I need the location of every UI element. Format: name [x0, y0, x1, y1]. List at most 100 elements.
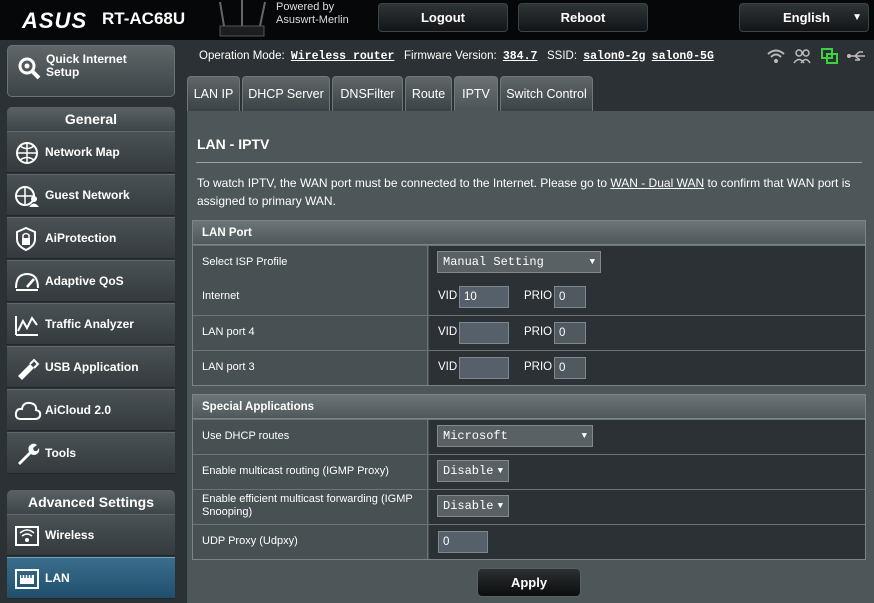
sidebar-item-wireless[interactable]: Wireless — [7, 514, 175, 556]
sidebar-item-aicloud-2-0[interactable]: AiCloud 2.0 — [7, 389, 175, 431]
sidebar-item-label: AiProtection — [45, 231, 117, 245]
tab-dhcp-server[interactable]: DHCP Server — [242, 76, 330, 111]
wireless-icon — [14, 524, 40, 553]
igmp-proxy-row: Enable multicast routing (IGMP Proxy) Di… — [193, 454, 865, 489]
lan-port-4-prio-input[interactable]: 0 — [554, 322, 586, 344]
shield-icon — [14, 226, 38, 256]
quick-internet-setup-button[interactable]: Quick Internet Setup — [7, 45, 175, 97]
ssid-label: SSID: — [546, 50, 578, 62]
page-description: To watch IPTV, the WAN port must be conn… — [197, 174, 857, 210]
igmp-proxy-select[interactable]: Disable ▼ — [437, 460, 509, 482]
sidebar-item-traffic-analyzer[interactable]: Traffic Analyzer — [7, 303, 175, 345]
guest-network-icon — [14, 184, 40, 213]
igmp-snooping-row: Enable efficient multicast forwarding (I… — [193, 489, 865, 524]
prio-label: PRIO — [524, 361, 553, 373]
usb-icon[interactable] — [847, 48, 867, 69]
internet-prio-input[interactable]: 0 — [554, 286, 586, 308]
chevron-down-icon: ▼ — [497, 501, 503, 511]
lan-port-table: LAN Port Select ISP Profile Manual Setti… — [192, 220, 866, 386]
udpxy-label: UDP Proxy (Udpxy) — [193, 525, 428, 559]
lan-port-3-row: LAN port 3 VID PRIO 0 — [193, 350, 865, 385]
firmware-version-link[interactable]: 384.7 — [503, 50, 538, 63]
ssid-5g-link[interactable]: salon0-5G — [652, 50, 714, 63]
quick-setup-icon — [18, 57, 41, 80]
status-bar: Operation Mode: Wireless router Firmware… — [199, 50, 714, 63]
tab-switch-control[interactable]: Switch Control — [500, 76, 593, 111]
cloud-icon — [14, 399, 42, 428]
firmware-brand: Asuswrt-Merlin — [276, 14, 349, 26]
lan-port-4-vid-input[interactable] — [459, 322, 509, 344]
operation-mode-link[interactable]: Wireless router — [291, 50, 395, 63]
description-text-1: To watch IPTV, the WAN port must be conn… — [197, 176, 611, 190]
internet-connected-icon[interactable] — [821, 48, 839, 69]
language-select[interactable]: English ▼ — [739, 3, 869, 32]
quick-setup-line-2: Setup — [46, 65, 80, 79]
tab-iptv[interactable]: IPTV — [454, 76, 498, 111]
sidebar-item-label: AiCloud 2.0 — [45, 403, 112, 417]
internet-vid-input[interactable]: 10 — [459, 286, 509, 308]
router-model: RT-AC68U — [102, 9, 186, 28]
speedometer-icon — [14, 270, 40, 299]
language-value: English — [783, 10, 830, 25]
chevron-down-icon: ▼ — [497, 466, 503, 476]
internet-row: Internet VID 10 PRIO 0 — [193, 280, 865, 315]
clients-icon[interactable] — [793, 48, 811, 69]
sidebar-item-label: USB Application — [45, 360, 139, 374]
sidebar-item-label: Tools — [45, 446, 77, 460]
lan-port-3-label: LAN port 3 — [193, 351, 428, 385]
vid-label: VID — [438, 326, 458, 338]
iptv-panel: LAN - IPTV To watch IPTV, the WAN port m… — [187, 111, 874, 603]
advanced-section-title: Advanced Settings — [7, 490, 175, 514]
dhcp-routes-select[interactable]: Microsoft ▼ — [437, 425, 593, 447]
internet-label: Internet — [193, 280, 428, 315]
sidebar-item-aiprotection[interactable]: AiProtection — [7, 217, 175, 259]
udpxy-input[interactable]: 0 — [438, 531, 488, 553]
special-applications-header: Special Applications — [193, 395, 865, 419]
sidebar-item-label: LAN — [45, 571, 70, 585]
vid-label: VID — [438, 290, 458, 302]
title-divider — [196, 162, 862, 163]
dhcp-routes-value: Microsoft — [443, 429, 508, 443]
chevron-down-icon: ▼ — [581, 431, 587, 441]
top-bar: ASUS RT-AC68U Powered by Asuswrt-Merlin … — [0, 0, 874, 40]
wifi-icon[interactable] — [767, 48, 785, 69]
tab-dnsfilter[interactable]: DNSFilter — [332, 76, 403, 111]
firmware-version-label: Firmware Version: — [404, 50, 497, 62]
sidebar-item-usb-application[interactable]: USB Application — [7, 346, 175, 388]
sidebar-item-network-map[interactable]: Network Map — [7, 131, 175, 173]
isp-profile-value: Manual Setting — [443, 255, 544, 269]
igmp-snooping-value: Disable — [443, 499, 494, 513]
reboot-button[interactable]: Reboot — [518, 3, 648, 32]
lan-icon — [14, 567, 40, 596]
tab-lan-ip[interactable]: LAN IP — [187, 76, 240, 111]
lan-port-3-prio-input[interactable]: 0 — [554, 357, 586, 379]
network-map-icon — [14, 141, 40, 170]
page-title: LAN - IPTV — [197, 136, 270, 152]
ssid-2g-link[interactable]: salon0-2g — [583, 50, 645, 63]
wan-dual-wan-link[interactable]: WAN - Dual WAN — [610, 176, 704, 190]
apply-button[interactable]: Apply — [477, 568, 581, 597]
traffic-chart-icon — [14, 313, 40, 342]
usb-puzzle-icon — [14, 356, 40, 385]
sidebar-item-guest-network[interactable]: Guest Network — [7, 174, 175, 216]
logout-button[interactable]: Logout — [378, 3, 508, 32]
vid-label: VID — [438, 361, 458, 373]
prio-label: PRIO — [524, 290, 553, 302]
router-image-icon — [219, 0, 266, 37]
prio-label: PRIO — [524, 326, 553, 338]
sidebar-item-lan[interactable]: LAN — [7, 557, 175, 599]
tab-route[interactable]: Route — [405, 76, 452, 111]
sidebar-item-tools[interactable]: Tools — [7, 432, 175, 474]
igmp-proxy-label: Enable multicast routing (IGMP Proxy) — [193, 455, 428, 489]
sidebar-item-label: Wireless — [45, 528, 95, 542]
sidebar-item-adaptive-qos[interactable]: Adaptive QoS — [7, 260, 175, 302]
igmp-proxy-value: Disable — [443, 464, 494, 478]
lan-port-3-vid-input[interactable] — [459, 357, 509, 379]
powered-by-label: Powered by — [276, 1, 335, 13]
lan-port-header: LAN Port — [193, 221, 865, 245]
isp-profile-select[interactable]: Manual Setting ▼ — [437, 251, 601, 273]
igmp-snooping-select[interactable]: Disable ▼ — [437, 495, 509, 517]
sidebar-item-label: Traffic Analyzer — [45, 317, 134, 331]
lan-port-4-row: LAN port 4 VID PRIO 0 — [193, 315, 865, 350]
chevron-down-icon: ▼ — [589, 257, 595, 267]
